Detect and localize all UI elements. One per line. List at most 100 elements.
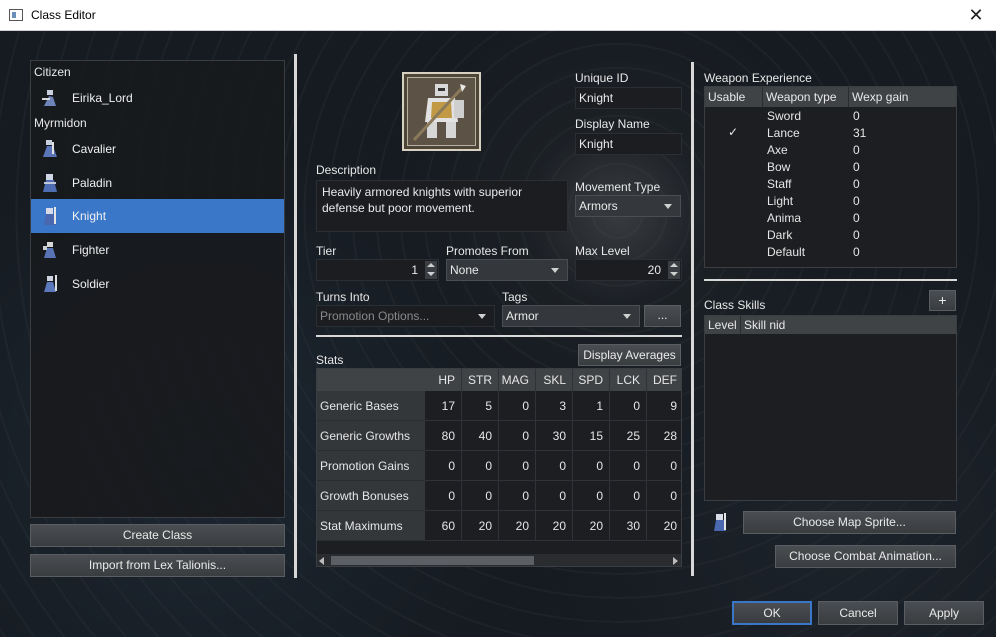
spin-up-icon[interactable] xyxy=(668,261,680,270)
tier-spinbox[interactable]: 1 xyxy=(316,259,439,281)
stats-cell[interactable]: 0 xyxy=(425,481,462,511)
wexp-gain[interactable]: 0 xyxy=(853,194,860,208)
middle-splitter[interactable] xyxy=(316,335,682,337)
promotes-from-select[interactable]: None xyxy=(446,259,568,281)
stats-cell[interactable]: 0 xyxy=(610,481,647,511)
scrollbar-thumb[interactable] xyxy=(331,556,534,565)
checkmark-icon[interactable]: ✓ xyxy=(728,125,740,139)
stats-cell[interactable]: 20 xyxy=(647,511,681,541)
add-skill-button[interactable]: + xyxy=(929,290,956,311)
table-row[interactable]: Axe 0 xyxy=(705,142,956,159)
right-splitter[interactable] xyxy=(691,62,694,576)
stats-cell[interactable]: 0 xyxy=(462,481,499,511)
stats-cell[interactable]: 15 xyxy=(573,421,610,451)
usable-checkbox[interactable] xyxy=(728,246,740,258)
wexp-gain[interactable]: 0 xyxy=(853,109,860,123)
usable-checkbox[interactable] xyxy=(728,229,740,241)
choose-map-sprite-button[interactable]: Choose Map Sprite... xyxy=(743,511,956,534)
create-class-button[interactable]: Create Class xyxy=(30,524,285,547)
stats-cell[interactable]: 0 xyxy=(536,481,573,511)
stats-cell[interactable]: 0 xyxy=(610,451,647,481)
skills-col-nid[interactable]: Skill nid xyxy=(741,316,956,334)
stats-col-skl[interactable]: SKL xyxy=(536,369,573,391)
stats-horizontal-scrollbar[interactable] xyxy=(317,554,681,566)
table-row[interactable]: Default 0 xyxy=(705,244,956,261)
wexp-gain[interactable]: 0 xyxy=(853,143,860,157)
stats-col-def[interactable]: DEF xyxy=(647,369,681,391)
stats-col-lck[interactable]: LCK xyxy=(610,369,647,391)
class-skills-table[interactable]: Level Skill nid xyxy=(704,315,957,501)
class-portrait[interactable] xyxy=(402,72,481,151)
list-item-cavalier[interactable]: Cavalier xyxy=(31,132,284,166)
stats-cell[interactable]: 0 xyxy=(573,481,610,511)
import-button[interactable]: Import from Lex Talionis... xyxy=(30,554,285,577)
description-field[interactable]: Heavily armored knights with superior de… xyxy=(316,180,568,232)
choose-combat-animation-button[interactable]: Choose Combat Animation... xyxy=(775,545,956,568)
stats-cell[interactable]: 0 xyxy=(425,451,462,481)
stats-cell[interactable]: 0 xyxy=(462,451,499,481)
stats-cell[interactable]: 0 xyxy=(610,391,647,421)
stats-cell[interactable]: 0 xyxy=(499,391,536,421)
right-section-divider[interactable] xyxy=(704,279,957,281)
usable-checkbox[interactable] xyxy=(728,161,740,173)
stats-cell[interactable]: 9 xyxy=(647,391,681,421)
class-list[interactable]: Citizen Eirika_Lord Myrmidon Cavalier Pa… xyxy=(30,60,285,518)
spin-down-icon[interactable] xyxy=(668,270,680,279)
table-row[interactable]: Light 0 xyxy=(705,193,956,210)
cancel-button[interactable]: Cancel xyxy=(818,601,898,625)
ok-button[interactable]: OK xyxy=(732,601,812,625)
wexp-gain[interactable]: 0 xyxy=(853,228,860,242)
left-splitter[interactable] xyxy=(294,54,297,578)
wexp-col-gain[interactable]: Wexp gain xyxy=(849,87,956,107)
tags-more-button[interactable]: ... xyxy=(644,305,681,327)
stats-cell[interactable]: 0 xyxy=(499,451,536,481)
stats-cell[interactable]: 40 xyxy=(462,421,499,451)
usable-checkbox[interactable] xyxy=(728,110,740,122)
close-icon[interactable]: ✕ xyxy=(964,4,988,26)
usable-checkbox[interactable] xyxy=(728,195,740,207)
stats-cell[interactable]: 3 xyxy=(536,391,573,421)
stats-cell[interactable]: 0 xyxy=(536,451,573,481)
stats-cell[interactable]: 20 xyxy=(573,511,610,541)
list-item-soldier[interactable]: Soldier xyxy=(31,267,284,301)
stats-cell[interactable]: 60 xyxy=(425,511,462,541)
turns-into-select[interactable]: Promotion Options... xyxy=(316,305,495,327)
stats-cell[interactable]: 20 xyxy=(499,511,536,541)
stats-cell[interactable]: 30 xyxy=(610,511,647,541)
wexp-col-usable[interactable]: Usable xyxy=(705,87,763,107)
stats-cell[interactable]: 0 xyxy=(647,481,681,511)
stats-cell[interactable]: 0 xyxy=(499,481,536,511)
stats-cell[interactable]: 17 xyxy=(425,391,462,421)
stats-cell[interactable]: 28 xyxy=(647,421,681,451)
stats-cell[interactable]: 0 xyxy=(573,451,610,481)
stats-table[interactable]: HP STR MAG SKL SPD LCK DEF Generic Bases… xyxy=(316,368,682,567)
table-row[interactable]: Anima 0 xyxy=(705,210,956,227)
list-item-paladin[interactable]: Paladin xyxy=(31,166,284,200)
stats-col-hp[interactable]: HP xyxy=(425,369,462,391)
stats-cell[interactable]: 0 xyxy=(647,451,681,481)
stats-col-mag[interactable]: MAG xyxy=(499,369,536,391)
stats-cell[interactable]: 80 xyxy=(425,421,462,451)
unique-id-field[interactable]: Knight xyxy=(575,87,682,109)
spin-down-icon[interactable] xyxy=(425,270,437,279)
stats-cell[interactable]: 25 xyxy=(610,421,647,451)
wexp-col-type[interactable]: Weapon type xyxy=(763,87,849,107)
stats-col-spd[interactable]: SPD xyxy=(573,369,610,391)
stats-cell[interactable]: 1 xyxy=(573,391,610,421)
usable-checkbox[interactable] xyxy=(728,212,740,224)
scroll-right-arrow-icon[interactable] xyxy=(673,557,678,565)
stats-cell[interactable]: 5 xyxy=(462,391,499,421)
skills-col-level[interactable]: Level xyxy=(705,316,741,334)
table-row[interactable]: ✓ Lance 31 xyxy=(705,125,956,142)
table-row[interactable]: Staff 0 xyxy=(705,176,956,193)
stats-cell[interactable]: 20 xyxy=(536,511,573,541)
display-name-field[interactable]: Knight xyxy=(575,133,682,155)
apply-button[interactable]: Apply xyxy=(904,601,984,625)
table-row[interactable]: Sword 0 xyxy=(705,108,956,125)
table-row[interactable]: Bow 0 xyxy=(705,159,956,176)
wexp-gain[interactable]: 0 xyxy=(853,245,860,259)
list-item-knight[interactable]: Knight xyxy=(31,199,284,233)
weapon-experience-table[interactable]: Usable Weapon type Wexp gain Sword 0 ✓ L… xyxy=(704,86,957,268)
stats-cell[interactable]: 30 xyxy=(536,421,573,451)
usable-checkbox[interactable] xyxy=(728,144,740,156)
